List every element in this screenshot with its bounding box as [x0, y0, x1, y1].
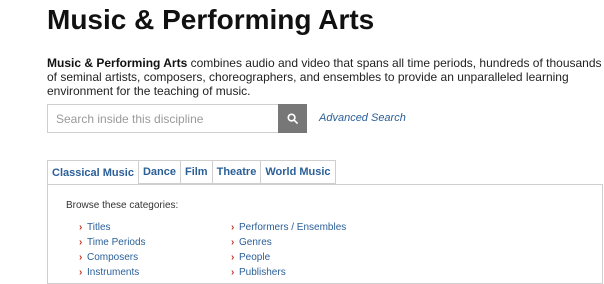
- category-link-publishers[interactable]: Publishers: [239, 265, 286, 280]
- chevron-right-icon: ›: [79, 267, 83, 278]
- tab-world-music[interactable]: World Music: [261, 160, 336, 184]
- list-item: › Composers: [79, 250, 146, 265]
- list-item: › People: [231, 250, 346, 265]
- tab-dance[interactable]: Dance: [138, 160, 181, 184]
- category-link-titles[interactable]: Titles: [87, 220, 111, 235]
- category-link-time-periods[interactable]: Time Periods: [87, 235, 146, 250]
- category-link-genres[interactable]: Genres: [239, 235, 272, 250]
- page-title: Music & Performing Arts: [47, 4, 375, 35]
- list-item: › Publishers: [231, 265, 346, 280]
- chevron-right-icon: ›: [231, 222, 235, 233]
- intro-paragraph: Music & Performing Arts combines audio a…: [47, 56, 603, 98]
- advanced-search-link[interactable]: Advanced Search: [319, 112, 406, 124]
- search-box: [47, 104, 278, 133]
- category-link-people[interactable]: People: [239, 250, 270, 265]
- chevron-right-icon: ›: [231, 237, 235, 248]
- tab-film[interactable]: Film: [180, 160, 213, 184]
- category-list-left: › Titles › Time Periods › Composers › Instru…: [79, 220, 146, 280]
- chevron-right-icon: ›: [79, 222, 83, 233]
- tab-theatre[interactable]: Theatre: [212, 160, 262, 184]
- category-link-instruments[interactable]: Instruments: [87, 265, 139, 280]
- list-item: › Titles: [79, 220, 146, 235]
- list-item: › Instruments: [79, 265, 146, 280]
- browse-label: Browse these categories:: [66, 200, 179, 211]
- search-input[interactable]: [48, 105, 278, 132]
- chevron-right-icon: ›: [231, 267, 235, 278]
- list-item: › Genres: [231, 235, 346, 250]
- chevron-right-icon: ›: [79, 252, 83, 263]
- tab-classical-music[interactable]: Classical Music: [47, 160, 139, 185]
- category-link-composers[interactable]: Composers: [87, 250, 138, 265]
- category-list-right: › Performers / Ensembles › Genres › People …: [231, 220, 346, 280]
- chevron-right-icon: ›: [231, 252, 235, 263]
- discipline-tabs: Classical Music Dance Film Theatre World…: [47, 160, 336, 185]
- intro-bold-term: Music & Performing Arts: [47, 56, 188, 70]
- list-item: › Performers / Ensembles: [231, 220, 346, 235]
- search-button[interactable]: [278, 104, 307, 133]
- chevron-right-icon: ›: [79, 237, 83, 248]
- list-item: › Time Periods: [79, 235, 146, 250]
- category-link-performers-ensembles[interactable]: Performers / Ensembles: [239, 220, 346, 235]
- search-icon: [287, 113, 298, 124]
